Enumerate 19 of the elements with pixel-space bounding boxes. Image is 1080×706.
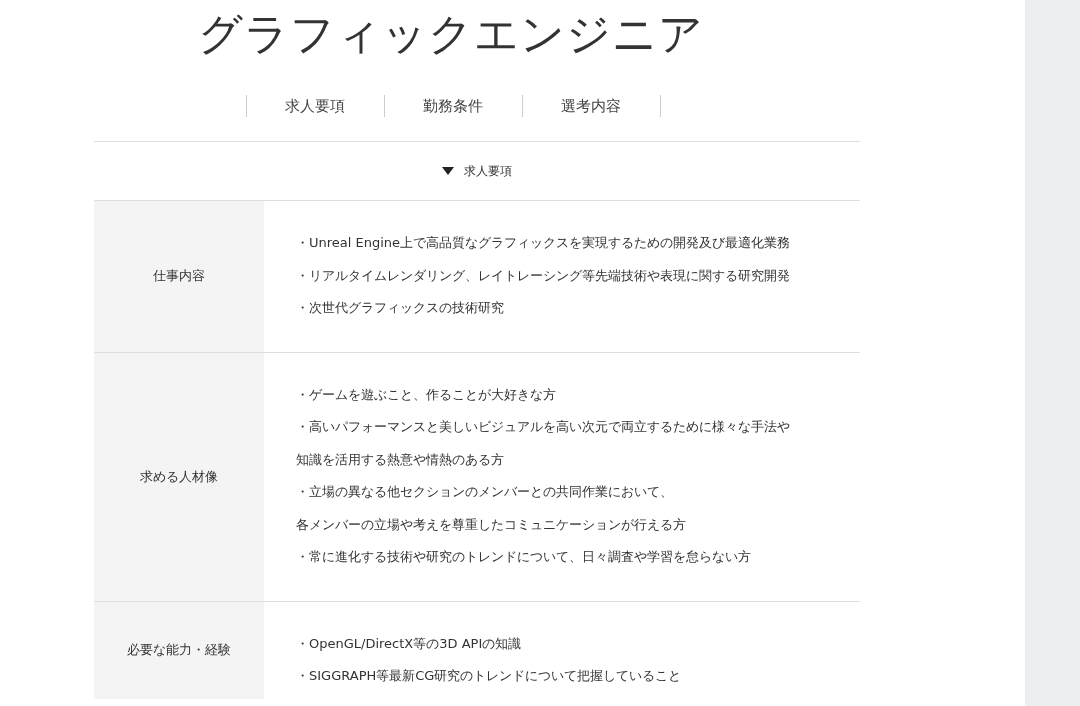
section-label: 求人要項 (464, 162, 512, 180)
description-line: ・リアルタイムレンダリング、レイトレーシング等先端技術や表現に関する研究開発 (296, 266, 791, 285)
description-line: ・立場の異なる他セクションのメンバーとの共同作業において、 (296, 483, 674, 501)
description-line: 各メンバーの立場や考えを尊重したコミュニケーションが行える方 (296, 515, 687, 534)
row-label: 仕事内容 (94, 201, 264, 352)
description-line: ・次世代グラフィックスの技術研究 (296, 299, 505, 317)
tab[interactable]: 勤務条件 (384, 95, 522, 117)
description-line: ・常に進化する技術や研究のトレンドについて、日々調査や学習を怠らない方 (296, 548, 752, 566)
section-header[interactable]: 求人要項 (94, 141, 860, 201)
row-label: 求める人材像 (94, 352, 264, 601)
description-line: ・Unreal Engine上で高品質なグラフィックスを実現するための開発及び最適化業務 (296, 234, 791, 252)
tab[interactable]: 求人要項 (246, 95, 384, 117)
description-line: ・ゲームを遊ぶこと、作ることが大好きな方 (296, 385, 557, 404)
description-line: 知識を活用する熱意や情熱のある方 (296, 450, 505, 469)
description-line: ・高いパフォーマンスと美しいビジュアルを高い次元で両立するために様々な手法や (296, 418, 790, 436)
tab[interactable]: 選考内容 (522, 95, 660, 117)
description-line: ・OpenGL/DirectX等の3D APIの知識 (296, 634, 523, 653)
description-line: ・SIGGRAPH等最新CG研究のトレンドについて把握していること (296, 667, 682, 685)
page-title: グラフィックエンジニア (197, 8, 705, 61)
